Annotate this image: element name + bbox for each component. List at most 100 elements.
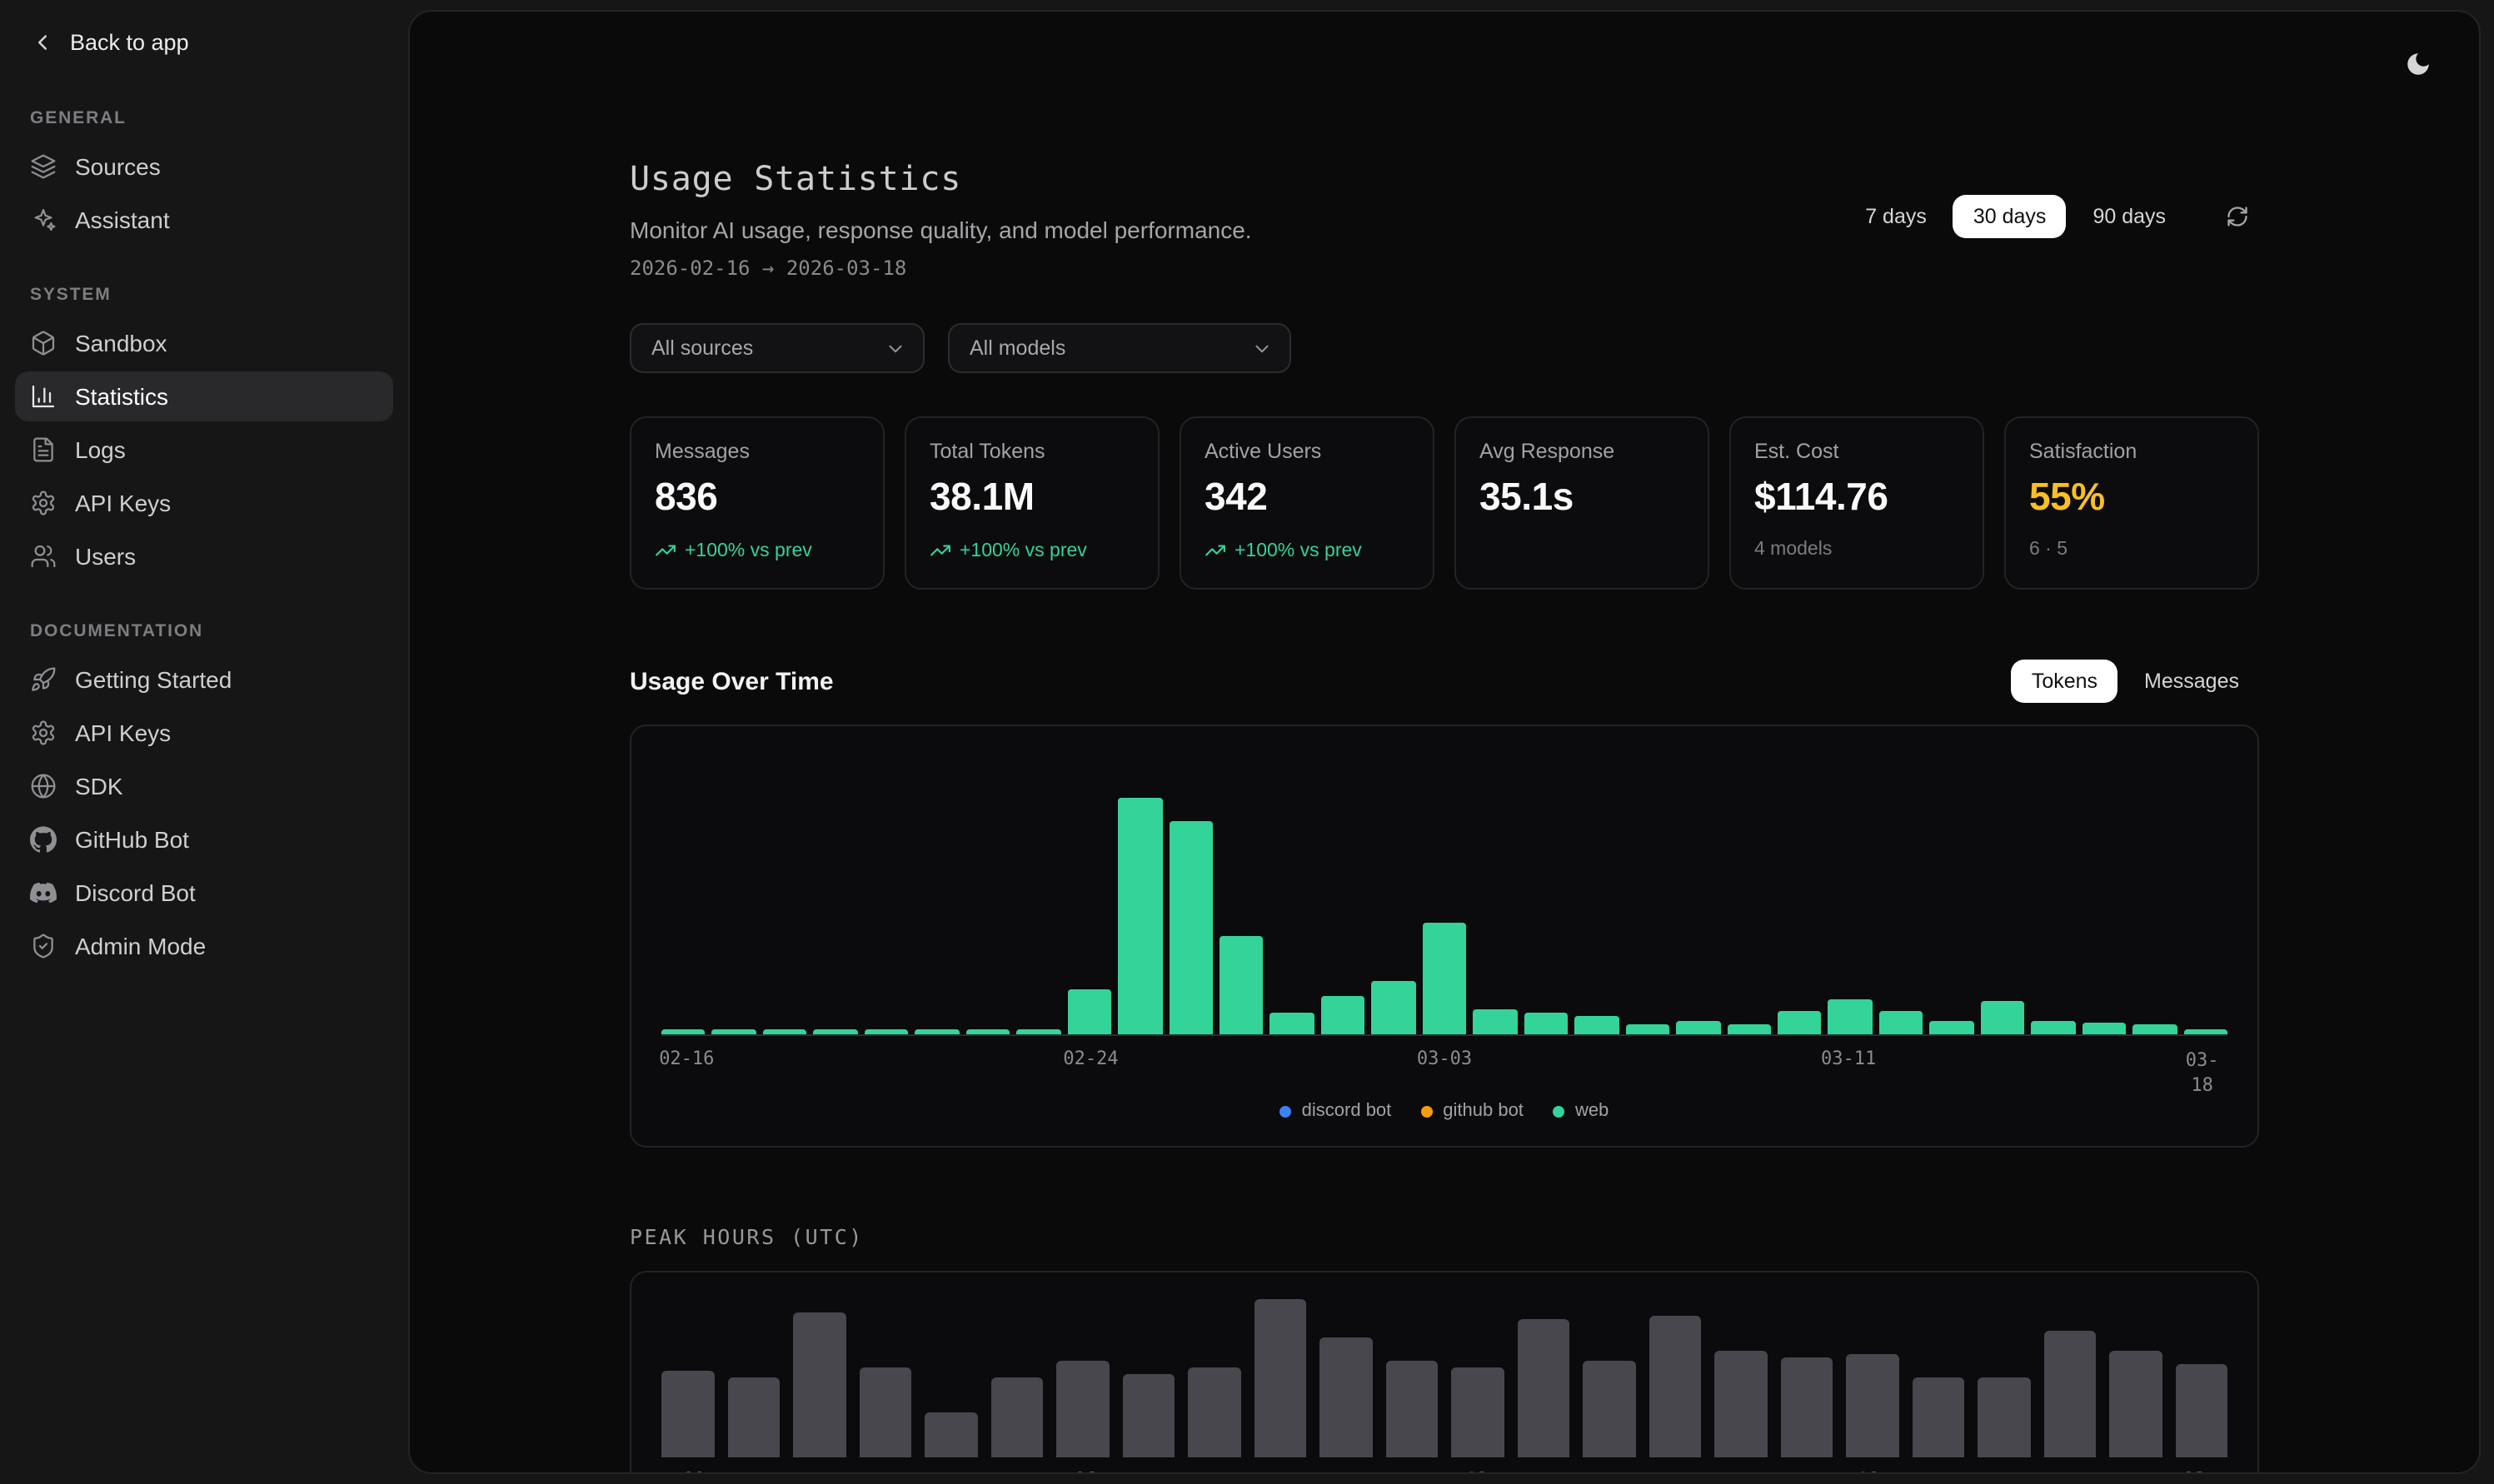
gear-icon — [30, 720, 57, 746]
stat-sub: 6 · 5 — [2029, 540, 2234, 560]
content-container: Usage Statistics Monitor AI usage, respo… — [630, 12, 2259, 1474]
usage-bar — [1016, 1029, 1060, 1034]
date-range: 2026-02-16 → 2026-03-18 — [630, 256, 1252, 280]
back-to-app-button[interactable]: Back to app — [15, 17, 393, 68]
usage-bar — [1879, 1011, 1923, 1034]
sidebar-item-admin-mode[interactable]: Admin Mode — [15, 921, 393, 971]
discord-icon — [30, 879, 57, 906]
sidebar-item-label: Sources — [75, 153, 161, 180]
stat-label: Avg Response — [1479, 440, 1684, 463]
usage-bar — [1727, 1024, 1771, 1034]
stat-value: $114.76 — [1754, 475, 1959, 520]
sidebar-item-label: Getting Started — [75, 666, 232, 693]
filters-row: All sources All models — [630, 323, 2259, 373]
legend-label: github bot — [1443, 1101, 1524, 1121]
stat-value: 836 — [655, 475, 860, 520]
sidebar-item-discord-bot[interactable]: Discord Bot — [15, 868, 393, 918]
legend-label: discord bot — [1302, 1101, 1392, 1121]
sidebar-item-label: SDK — [75, 773, 123, 799]
stat-card-satisfaction: Satisfaction55%6 · 5 — [2004, 416, 2259, 590]
peak-hour-bar — [1780, 1357, 1833, 1457]
stat-label: Messages — [655, 440, 860, 463]
back-to-app-label: Back to app — [70, 30, 189, 55]
usage-bar — [1169, 821, 1213, 1034]
trending-up-icon — [655, 540, 676, 561]
usage-bar — [1270, 1013, 1314, 1034]
usage-section-header: Usage Over Time TokensMessages — [630, 660, 2259, 703]
sidebar: Back to app GENERAL Sources Assistant SYSTE… — [0, 0, 408, 1484]
peak-hour-bar — [1978, 1377, 2030, 1457]
sidebar-item-sdk[interactable]: SDK — [15, 761, 393, 811]
peak-hour-bar — [661, 1371, 714, 1457]
usage-bar — [1118, 798, 1162, 1034]
globe-icon — [30, 773, 57, 799]
trending-up-icon — [930, 540, 951, 561]
peak-hour-bar — [1122, 1374, 1175, 1457]
peak-hour-bar — [2175, 1364, 2227, 1457]
usage-bar — [1423, 923, 1467, 1034]
peak-hour-bar — [1517, 1319, 1569, 1457]
file-text-icon — [30, 436, 57, 463]
sidebar-item-label: Sandbox — [75, 330, 167, 356]
sidebar-item-api-keys[interactable]: API Keys — [15, 478, 393, 528]
page-header-left: Usage Statistics Monitor AI usage, respo… — [630, 158, 1252, 280]
stat-label: Active Users — [1205, 440, 1409, 463]
sidebar-item-statistics[interactable]: Statistics — [15, 371, 393, 421]
stat-card-active-users: Active Users342+100% vs prev — [1180, 416, 1434, 590]
chevron-left-icon — [30, 30, 55, 55]
usage-bar — [1778, 1011, 1822, 1034]
stat-delta: +100% vs prev — [930, 540, 1135, 561]
sidebar-section-title-general: GENERAL — [30, 108, 378, 128]
peak-hour-bar — [1254, 1299, 1306, 1457]
stat-value: 342 — [1205, 475, 1409, 520]
peak-hour-bar — [925, 1412, 977, 1457]
range-7-days[interactable]: 7 days — [1845, 195, 1947, 238]
usage-toggle-group: TokensMessages — [2012, 660, 2259, 703]
usage-bar — [1981, 1001, 2025, 1034]
usage-bar — [1524, 1013, 1568, 1034]
legend-item-discord-bot: discord bot — [1280, 1101, 1392, 1121]
sidebar-item-sandbox[interactable]: Sandbox — [15, 318, 393, 368]
usage-bar — [1372, 981, 1416, 1034]
usage-over-time-title: Usage Over Time — [630, 667, 834, 695]
peak-hours-title: PEAK HOURS (UTC) — [630, 1224, 2259, 1249]
refresh-button[interactable] — [2216, 195, 2259, 238]
sidebar-item-logs[interactable]: Logs — [15, 425, 393, 475]
toggle-tokens[interactable]: Tokens — [2012, 660, 2117, 703]
sidebar-item-label: API Keys — [75, 490, 171, 516]
sidebar-item-github-bot[interactable]: GitHub Bot — [15, 814, 393, 864]
legend-item-github-bot: github bot — [1421, 1101, 1524, 1121]
stat-cards-row: Messages836+100% vs prevTotal Tokens38.1… — [630, 416, 2259, 590]
theme-toggle-button[interactable] — [2392, 38, 2442, 88]
model-select[interactable]: All models — [948, 323, 1291, 373]
sidebar-item-users[interactable]: Users — [15, 531, 393, 581]
time-range-group: 7 days30 days90 days — [1845, 195, 2186, 238]
sidebar-item-getting-started[interactable]: Getting Started — [15, 655, 393, 705]
stat-card-avg-response: Avg Response35.1s — [1454, 416, 1709, 590]
range-90-days[interactable]: 90 days — [2073, 195, 2186, 238]
sidebar-item-label: Users — [75, 543, 136, 570]
peak-hour-bar — [1385, 1361, 1438, 1457]
peak-hours-x-axis: 0006121823 — [661, 1457, 2227, 1474]
usage-bar — [915, 1029, 960, 1034]
peak-hours-chart-bars — [661, 1299, 2227, 1457]
sidebar-item-label: Assistant — [75, 207, 170, 233]
stat-delta: +100% vs prev — [655, 540, 860, 561]
sidebar-item-label: Statistics — [75, 383, 168, 410]
stat-delta-text: +100% vs prev — [685, 540, 812, 560]
usage-bar — [2183, 1029, 2227, 1034]
stat-value: 38.1M — [930, 475, 1135, 520]
trending-up-icon — [1205, 540, 1226, 561]
layers-icon — [30, 153, 57, 180]
legend-item-web: web — [1554, 1101, 1609, 1121]
range-30-days[interactable]: 30 days — [1953, 195, 2067, 238]
sidebar-item-sources[interactable]: Sources — [15, 142, 393, 192]
sidebar-item-api-keys[interactable]: API Keys — [15, 708, 393, 758]
sidebar-section-title-system: SYSTEM — [30, 285, 378, 305]
sidebar-item-assistant[interactable]: Assistant — [15, 195, 393, 245]
toggle-messages[interactable]: Messages — [2124, 660, 2259, 703]
source-select[interactable]: All sources — [630, 323, 925, 373]
sidebar-item-label: API Keys — [75, 720, 171, 746]
users-icon — [30, 543, 57, 570]
sidebar-item-label: GitHub Bot — [75, 826, 189, 853]
